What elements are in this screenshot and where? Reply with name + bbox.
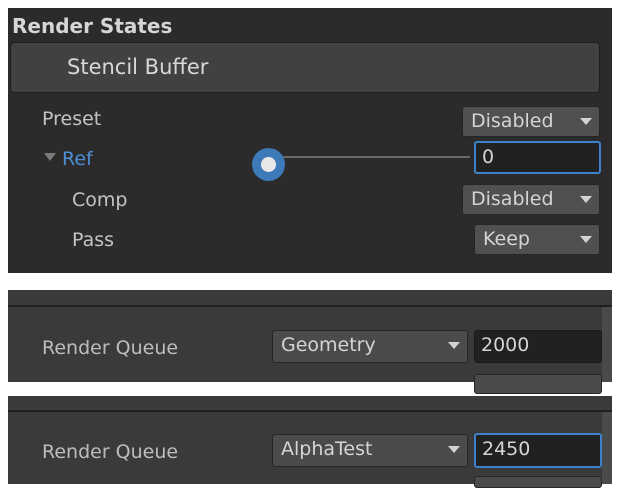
ref-slider-track[interactable] (270, 156, 470, 158)
render-queue-panel-alphatest: Render Queue AlphaTest 2450 (8, 396, 612, 488)
render-queue-dropdown-value: Geometry (281, 334, 376, 356)
next-row-dropdown-partial[interactable] (474, 374, 602, 394)
render-queue-label: Render Queue (42, 337, 179, 359)
render-queue-label: Render Queue (42, 441, 179, 463)
preset-dropdown[interactable]: Disabled (462, 106, 600, 137)
render-states-panel: Render States Stencil Buffer Preset Disa… (8, 8, 612, 273)
ref-value-input[interactable]: 0 (474, 141, 601, 174)
chevron-down-icon (580, 196, 592, 203)
foldout-triangle-icon[interactable] (44, 153, 56, 161)
stencil-buffer-section-button[interactable]: Stencil Buffer (10, 42, 600, 93)
render-queue-value-input[interactable]: 2000 (474, 330, 602, 363)
ref-value-text: 0 (482, 146, 495, 168)
ref-slider-handle[interactable] (261, 157, 276, 172)
render-states-title: Render States (12, 14, 173, 38)
render-queue-value-input[interactable]: 2450 (474, 433, 602, 468)
pass-dropdown-value: Keep (483, 228, 530, 250)
preset-dropdown-value: Disabled (471, 110, 554, 132)
divider (8, 410, 612, 412)
comp-label: Comp (72, 189, 128, 211)
render-queue-dropdown[interactable]: Geometry (272, 330, 468, 363)
chevron-down-icon (580, 236, 592, 243)
comp-dropdown-value: Disabled (471, 188, 554, 210)
ref-label: Ref (62, 148, 93, 170)
scrollbar[interactable] (602, 412, 612, 484)
preset-label: Preset (42, 108, 102, 130)
scrollbar[interactable] (602, 307, 612, 382)
pass-label: Pass (72, 229, 115, 251)
render-queue-dropdown[interactable]: AlphaTest (272, 434, 468, 467)
render-queue-value-text: 2450 (482, 438, 531, 460)
render-queue-panel-geometry: Render Queue Geometry 2000 (8, 290, 612, 394)
render-queue-dropdown-value: AlphaTest (281, 438, 373, 460)
comp-dropdown[interactable]: Disabled (462, 184, 600, 215)
pass-dropdown[interactable]: Keep (474, 224, 600, 255)
chevron-down-icon (580, 118, 592, 125)
chevron-down-icon (448, 342, 460, 349)
stencil-buffer-label: Stencil Buffer (67, 55, 209, 79)
next-row-dropdown-partial[interactable] (474, 476, 602, 488)
divider (8, 305, 612, 307)
render-queue-value-text: 2000 (481, 334, 530, 356)
chevron-down-icon (448, 446, 460, 453)
